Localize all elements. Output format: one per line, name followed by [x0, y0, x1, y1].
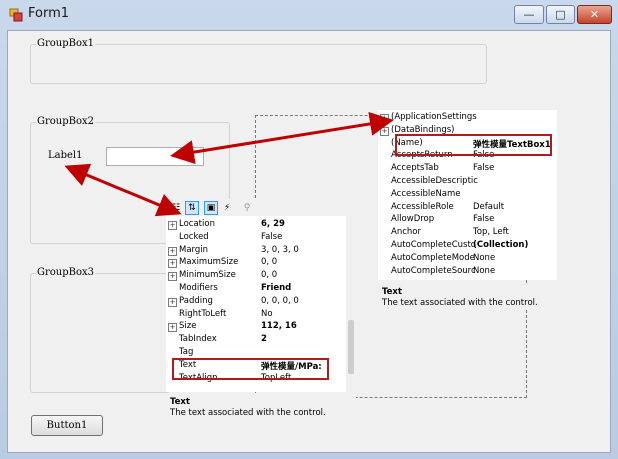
arrow-label-to-grid — [64, 163, 182, 217]
arrow-textbox-to-grid — [170, 112, 394, 164]
annotation-arrows — [64, 112, 394, 217]
